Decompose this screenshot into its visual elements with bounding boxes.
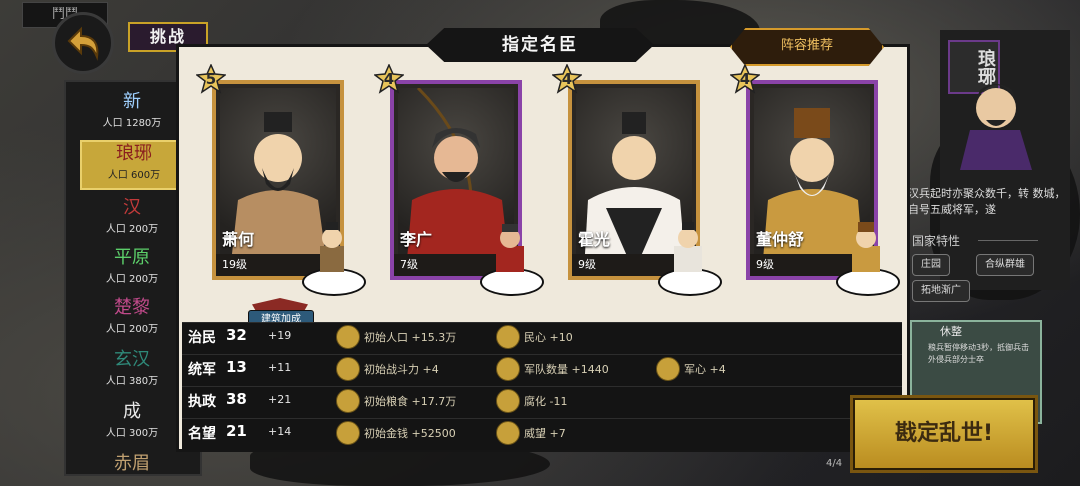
city-item-4[interactable]: 平原 人口 200万 xyxy=(80,246,184,292)
event-text: 粮兵暂停移动3秒，抵御兵击外侵兵部分士卒 xyxy=(928,343,1030,364)
effect-text: 初始人口 +15.3万 xyxy=(364,331,457,344)
faction-description: 汉兵起时亦聚众数千，转 数城，自号五威将军，遂 xyxy=(908,187,1066,216)
back-arrow-icon xyxy=(67,26,99,61)
morale-icon xyxy=(656,357,680,381)
stat-label: 统军 xyxy=(188,362,216,378)
effect-text: 民心 +10 xyxy=(524,331,573,344)
stat-bonus: +21 xyxy=(268,393,292,406)
army-icon xyxy=(496,357,520,381)
coin-icon xyxy=(336,421,360,445)
effect-text: 初始金钱 +52500 xyxy=(364,427,456,440)
heart-icon xyxy=(496,325,520,349)
city-population: 人口 200万 xyxy=(105,324,159,335)
stat-row: 治民 32 +19 初始人口 +15.3万 民心 +10 xyxy=(182,322,902,351)
stat-value: 32 xyxy=(226,326,247,344)
city-population: 人口 1280万 xyxy=(102,118,162,129)
stat-value: 38 xyxy=(226,390,247,408)
star-count: 4 xyxy=(739,70,751,88)
stat-row: 名望 21 +14 初始金钱 +52500 威望 +7 xyxy=(182,418,902,447)
stat-value: 21 xyxy=(226,422,247,440)
city-name: 赤眉 xyxy=(114,453,150,472)
city-population: 人口 200万 xyxy=(105,274,159,285)
city-population: 人口 380万 xyxy=(105,376,159,387)
stat-row: 统军 13 +11 初始战斗力 +4 军队数量 +1440 军心 +4 xyxy=(182,354,902,383)
trait-badge[interactable]: 拓地渐广 xyxy=(912,280,970,302)
effect-text: 军队数量 +1440 xyxy=(524,363,609,376)
grain-icon xyxy=(336,389,360,413)
star-rank-badge: 5 xyxy=(196,64,226,94)
city-name: 玄汉 xyxy=(114,349,150,370)
effect-text: 威望 +7 xyxy=(524,427,566,440)
stat-value: 13 xyxy=(226,358,247,376)
hero-figurine xyxy=(302,222,366,296)
city-name: 成 xyxy=(123,401,141,422)
hero-figurine xyxy=(658,222,722,296)
pacify-realm-button[interactable]: 戡定乱世! xyxy=(850,395,1038,473)
star-count: 5 xyxy=(205,70,217,88)
back-button[interactable] xyxy=(52,12,114,74)
trait-badge[interactable]: 庄园 xyxy=(912,254,950,276)
effect-text: 初始粮食 +17.7万 xyxy=(364,395,457,408)
effect-text: 腐化 -11 xyxy=(524,395,568,408)
hero-name: 萧何 xyxy=(222,230,255,249)
star-rank-badge: 4 xyxy=(552,64,582,94)
faction-leader-portrait xyxy=(960,84,1032,170)
stat-label: 治民 xyxy=(188,330,216,346)
effect-text: 军心 +4 xyxy=(684,363,726,376)
star-count: 4 xyxy=(561,70,573,88)
city-item-3[interactable]: 汉 人口 200万 xyxy=(80,196,184,242)
panel-title: 指定名臣 xyxy=(426,28,654,62)
page-indicator: 4/4 xyxy=(826,458,843,469)
stat-label: 名望 xyxy=(188,426,216,442)
recommend-lineup-button[interactable]: 阵容推荐 xyxy=(730,28,884,66)
city-item-5[interactable]: 楚黎 人口 200万 xyxy=(80,296,184,342)
people-icon xyxy=(336,325,360,349)
city-name: 汉 xyxy=(123,197,141,218)
prestige-icon xyxy=(496,421,520,445)
sword-icon xyxy=(336,357,360,381)
city-item-2[interactable]: 琅琊 人口 600万 xyxy=(80,140,188,190)
city-name: 琅琊 xyxy=(116,143,152,164)
hero-figurine xyxy=(480,222,544,296)
trait-badge[interactable]: 合纵群雄 xyxy=(976,254,1034,276)
stat-label: 执政 xyxy=(188,394,216,410)
effect-text: 初始战斗力 +4 xyxy=(364,363,439,376)
city-name: 平原 xyxy=(114,247,150,268)
hero-name: 董仲舒 xyxy=(756,230,805,249)
nation-traits-heading: 国家特性 xyxy=(912,234,961,248)
corruption-icon xyxy=(496,389,520,413)
stat-row: 执政 38 +21 初始粮食 +17.7万 腐化 -11 xyxy=(182,386,902,415)
city-population: 人口 300万 xyxy=(105,428,159,439)
star-rank-badge: 4 xyxy=(374,64,404,94)
hero-figurine xyxy=(836,222,900,296)
stat-bonus: +14 xyxy=(268,425,292,438)
stat-bonus: +11 xyxy=(268,361,292,374)
event-title: 休整 xyxy=(940,325,962,338)
city-name: 楚黎 xyxy=(114,297,150,318)
city-item-7[interactable]: 成 人口 300万 xyxy=(80,400,184,446)
star-rank-badge: 4 xyxy=(730,64,760,94)
city-population: 人口 600万 xyxy=(107,170,161,181)
city-population: 人口 200万 xyxy=(105,224,159,235)
stat-bonus: +19 xyxy=(268,329,292,342)
star-count: 4 xyxy=(383,70,395,88)
city-item-6[interactable]: 玄汉 人口 380万 xyxy=(80,348,184,394)
hero-name: 霍光 xyxy=(578,230,611,249)
hero-name: 李广 xyxy=(400,230,433,249)
city-item-8[interactable]: 赤眉 xyxy=(80,452,184,472)
divider xyxy=(978,240,1038,241)
city-name: 新 xyxy=(123,91,141,112)
city-item-1[interactable]: 新 人口 1280万 xyxy=(80,90,184,136)
stats-table: 治民 32 +19 初始人口 +15.3万 民心 +10 统军 13 +11 初… xyxy=(182,322,902,450)
